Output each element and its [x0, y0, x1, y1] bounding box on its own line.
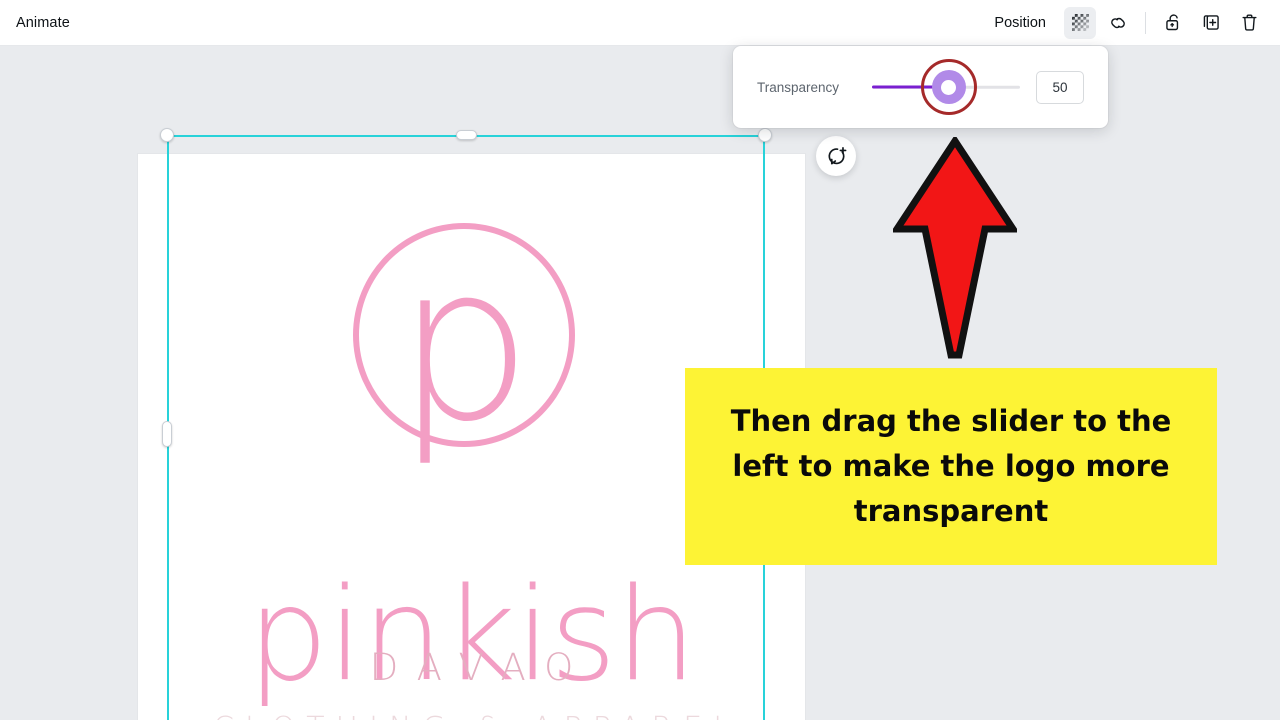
transparency-value-input[interactable]: 50: [1036, 70, 1084, 104]
slider-knob-center: [941, 79, 957, 95]
logo-letter-p: p: [395, 218, 533, 469]
transparency-popup[interactable]: Transparency 50: [733, 46, 1108, 128]
transparency-slider[interactable]: [872, 59, 1020, 115]
annotation-callout-box: Then drag the slider to the left to make…: [685, 368, 1217, 565]
delete-button[interactable]: [1233, 7, 1265, 39]
duplicate-button[interactable]: [1195, 7, 1227, 39]
logo-city-name: DAVAO: [369, 646, 593, 689]
selection-handle-top-left[interactable]: [160, 128, 174, 142]
lock-button[interactable]: [1157, 7, 1189, 39]
transparency-button[interactable]: [1064, 6, 1096, 39]
selection-handle-top-right[interactable]: [758, 128, 772, 142]
selection-handle-top-center[interactable]: [456, 130, 477, 140]
checkerboard-transparency-icon: [1071, 14, 1089, 31]
canva-editor-screen: p pinkish DAVAO CLOTHING & APPAREL Trans…: [0, 0, 1280, 720]
add-comment-button[interactable]: [816, 136, 856, 176]
link-button[interactable]: [1102, 7, 1134, 39]
logo-tagline: CLOTHING & APPAREL: [138, 711, 805, 720]
animate-button[interactable]: Animate: [6, 10, 80, 36]
unlock-icon: [1165, 14, 1178, 31]
position-button[interactable]: Position: [985, 10, 1055, 36]
slider-knob[interactable]: [931, 70, 966, 104]
link-icon: [1111, 17, 1125, 28]
annotation-callout-text: Then drag the slider to the left to make…: [730, 404, 1172, 528]
top-toolbar: Animate Position: [0, 0, 1280, 46]
duplicate-icon: [1203, 15, 1219, 30]
toolbar-right-group: Position: [985, 0, 1280, 46]
transparency-label: Transparency: [757, 79, 840, 95]
comment-plus-icon: [828, 146, 846, 165]
toolbar-divider: [1145, 11, 1146, 34]
selection-handle-middle-left[interactable]: [162, 421, 172, 447]
trash-icon: [1242, 14, 1256, 31]
